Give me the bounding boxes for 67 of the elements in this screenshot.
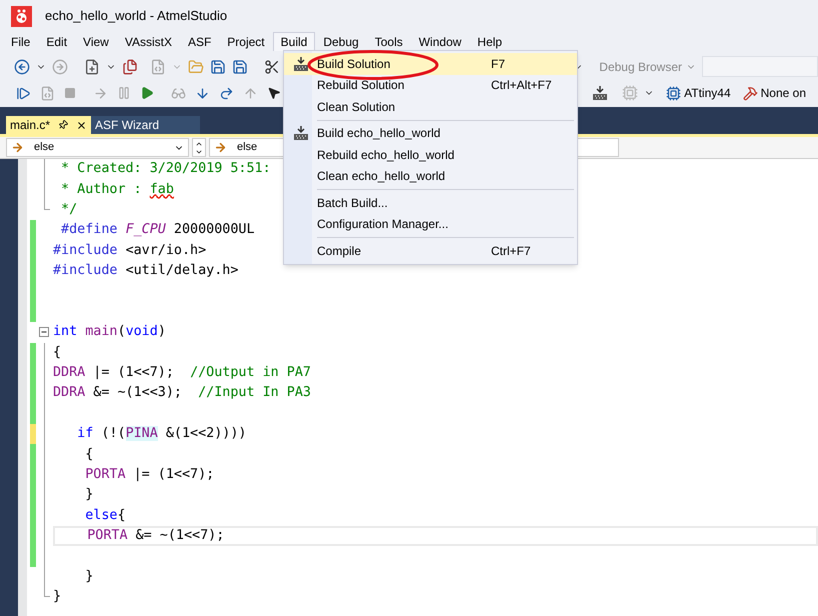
menu-item[interactable]: Build Solution F7 (284, 53, 577, 74)
step-into-icon[interactable] (195, 86, 210, 100)
menu-item[interactable]: Compile Ctrl+F7 (284, 240, 577, 262)
code-line: #define F_CPU 20000000UL (60, 221, 255, 240)
menu-item[interactable]: Edit (38, 32, 76, 51)
tool-button[interactable]: None on (742, 84, 806, 102)
menu-item[interactable]: Help (469, 32, 510, 51)
editor-tab[interactable]: main.c* (6, 116, 92, 134)
menu-item[interactable]: Tools (366, 32, 411, 51)
save-icon[interactable] (210, 58, 226, 74)
continue-icon[interactable] (16, 86, 31, 100)
cut-icon[interactable] (264, 58, 280, 74)
code-line: * Author : fab (60, 180, 174, 199)
step-over-icon[interactable] (219, 86, 234, 100)
save-all-icon[interactable] (232, 58, 248, 74)
back-icon[interactable] (14, 58, 30, 74)
build-icon (292, 125, 308, 142)
menu-item[interactable]: Clean Solution (284, 96, 577, 118)
code-line: #include <avr/io.h> (53, 242, 206, 260)
arrow-right-icon (214, 141, 227, 154)
code-line: if (!(PINA &(1<<2)))) (76, 425, 246, 444)
new-project-icon[interactable] (84, 58, 100, 74)
menu-item[interactable]: Clean echo_hello_world (284, 166, 577, 187)
code-line: } (84, 486, 94, 504)
app-logo-icon (11, 6, 32, 26)
menu-item[interactable]: VAssistX (116, 32, 180, 51)
add-file-icon[interactable] (122, 58, 138, 74)
menu-item[interactable]: View (75, 32, 117, 51)
code-line: DDRA |= (1<<7); //Output in PA7 (53, 364, 311, 382)
editor-tab[interactable]: ASF Wizard (91, 116, 200, 134)
device-button[interactable]: ATtiny44 (666, 84, 731, 102)
build-icon (292, 56, 308, 72)
build-icon (592, 85, 608, 101)
menu-item[interactable]: Rebuild echo_hello_world (284, 144, 577, 166)
code-line: else{ (84, 506, 126, 525)
menu-item[interactable]: Build echo_hello_world (284, 122, 577, 144)
navigation-dropdown[interactable]: else (6, 138, 189, 157)
code-line: int main(void) (53, 323, 166, 342)
code-line: */ (60, 200, 78, 219)
hammer-icon (742, 86, 758, 100)
cursor-icon[interactable] (267, 86, 281, 100)
menu-item[interactable]: Batch Build... (284, 192, 577, 214)
start-icon[interactable] (140, 86, 154, 100)
search-field[interactable] (702, 56, 818, 77)
collapse-icon[interactable] (39, 327, 49, 338)
arrow-right-icon (11, 141, 24, 154)
window-title: echo_hello_world - AtmelStudio (45, 7, 228, 26)
close-icon[interactable] (76, 120, 88, 130)
menu-item[interactable]: File (3, 32, 38, 51)
code-line: { (53, 344, 62, 362)
menu-item[interactable]: Window (410, 32, 470, 51)
code-line: #include <util/delay.h> (53, 262, 238, 280)
code-line: PORTA |= (1<<7); (84, 466, 214, 484)
code-line: { (84, 446, 94, 464)
menu-item[interactable]: Build (272, 32, 316, 51)
menu-item[interactable]: Rebuild Solution Ctrl+Alt+F7 (284, 74, 577, 96)
code-line: * Created: 3/20/2019 5:51: (60, 160, 271, 178)
scroll-buttons[interactable] (192, 138, 206, 157)
menu-item[interactable]: ASF (180, 32, 220, 51)
chip-icon (666, 86, 682, 100)
code-line: DDRA &= ~(1<<3); //Input In PA3 (53, 384, 311, 402)
menu-item[interactable]: Configuration Manager... (284, 214, 577, 235)
code-line: PORTA &= ~(1<<7); (86, 527, 224, 546)
menu-item[interactable]: Project (219, 32, 273, 51)
code-line: } (53, 588, 62, 606)
code-line: } (84, 568, 94, 586)
menu-item[interactable]: Debug (315, 32, 367, 51)
